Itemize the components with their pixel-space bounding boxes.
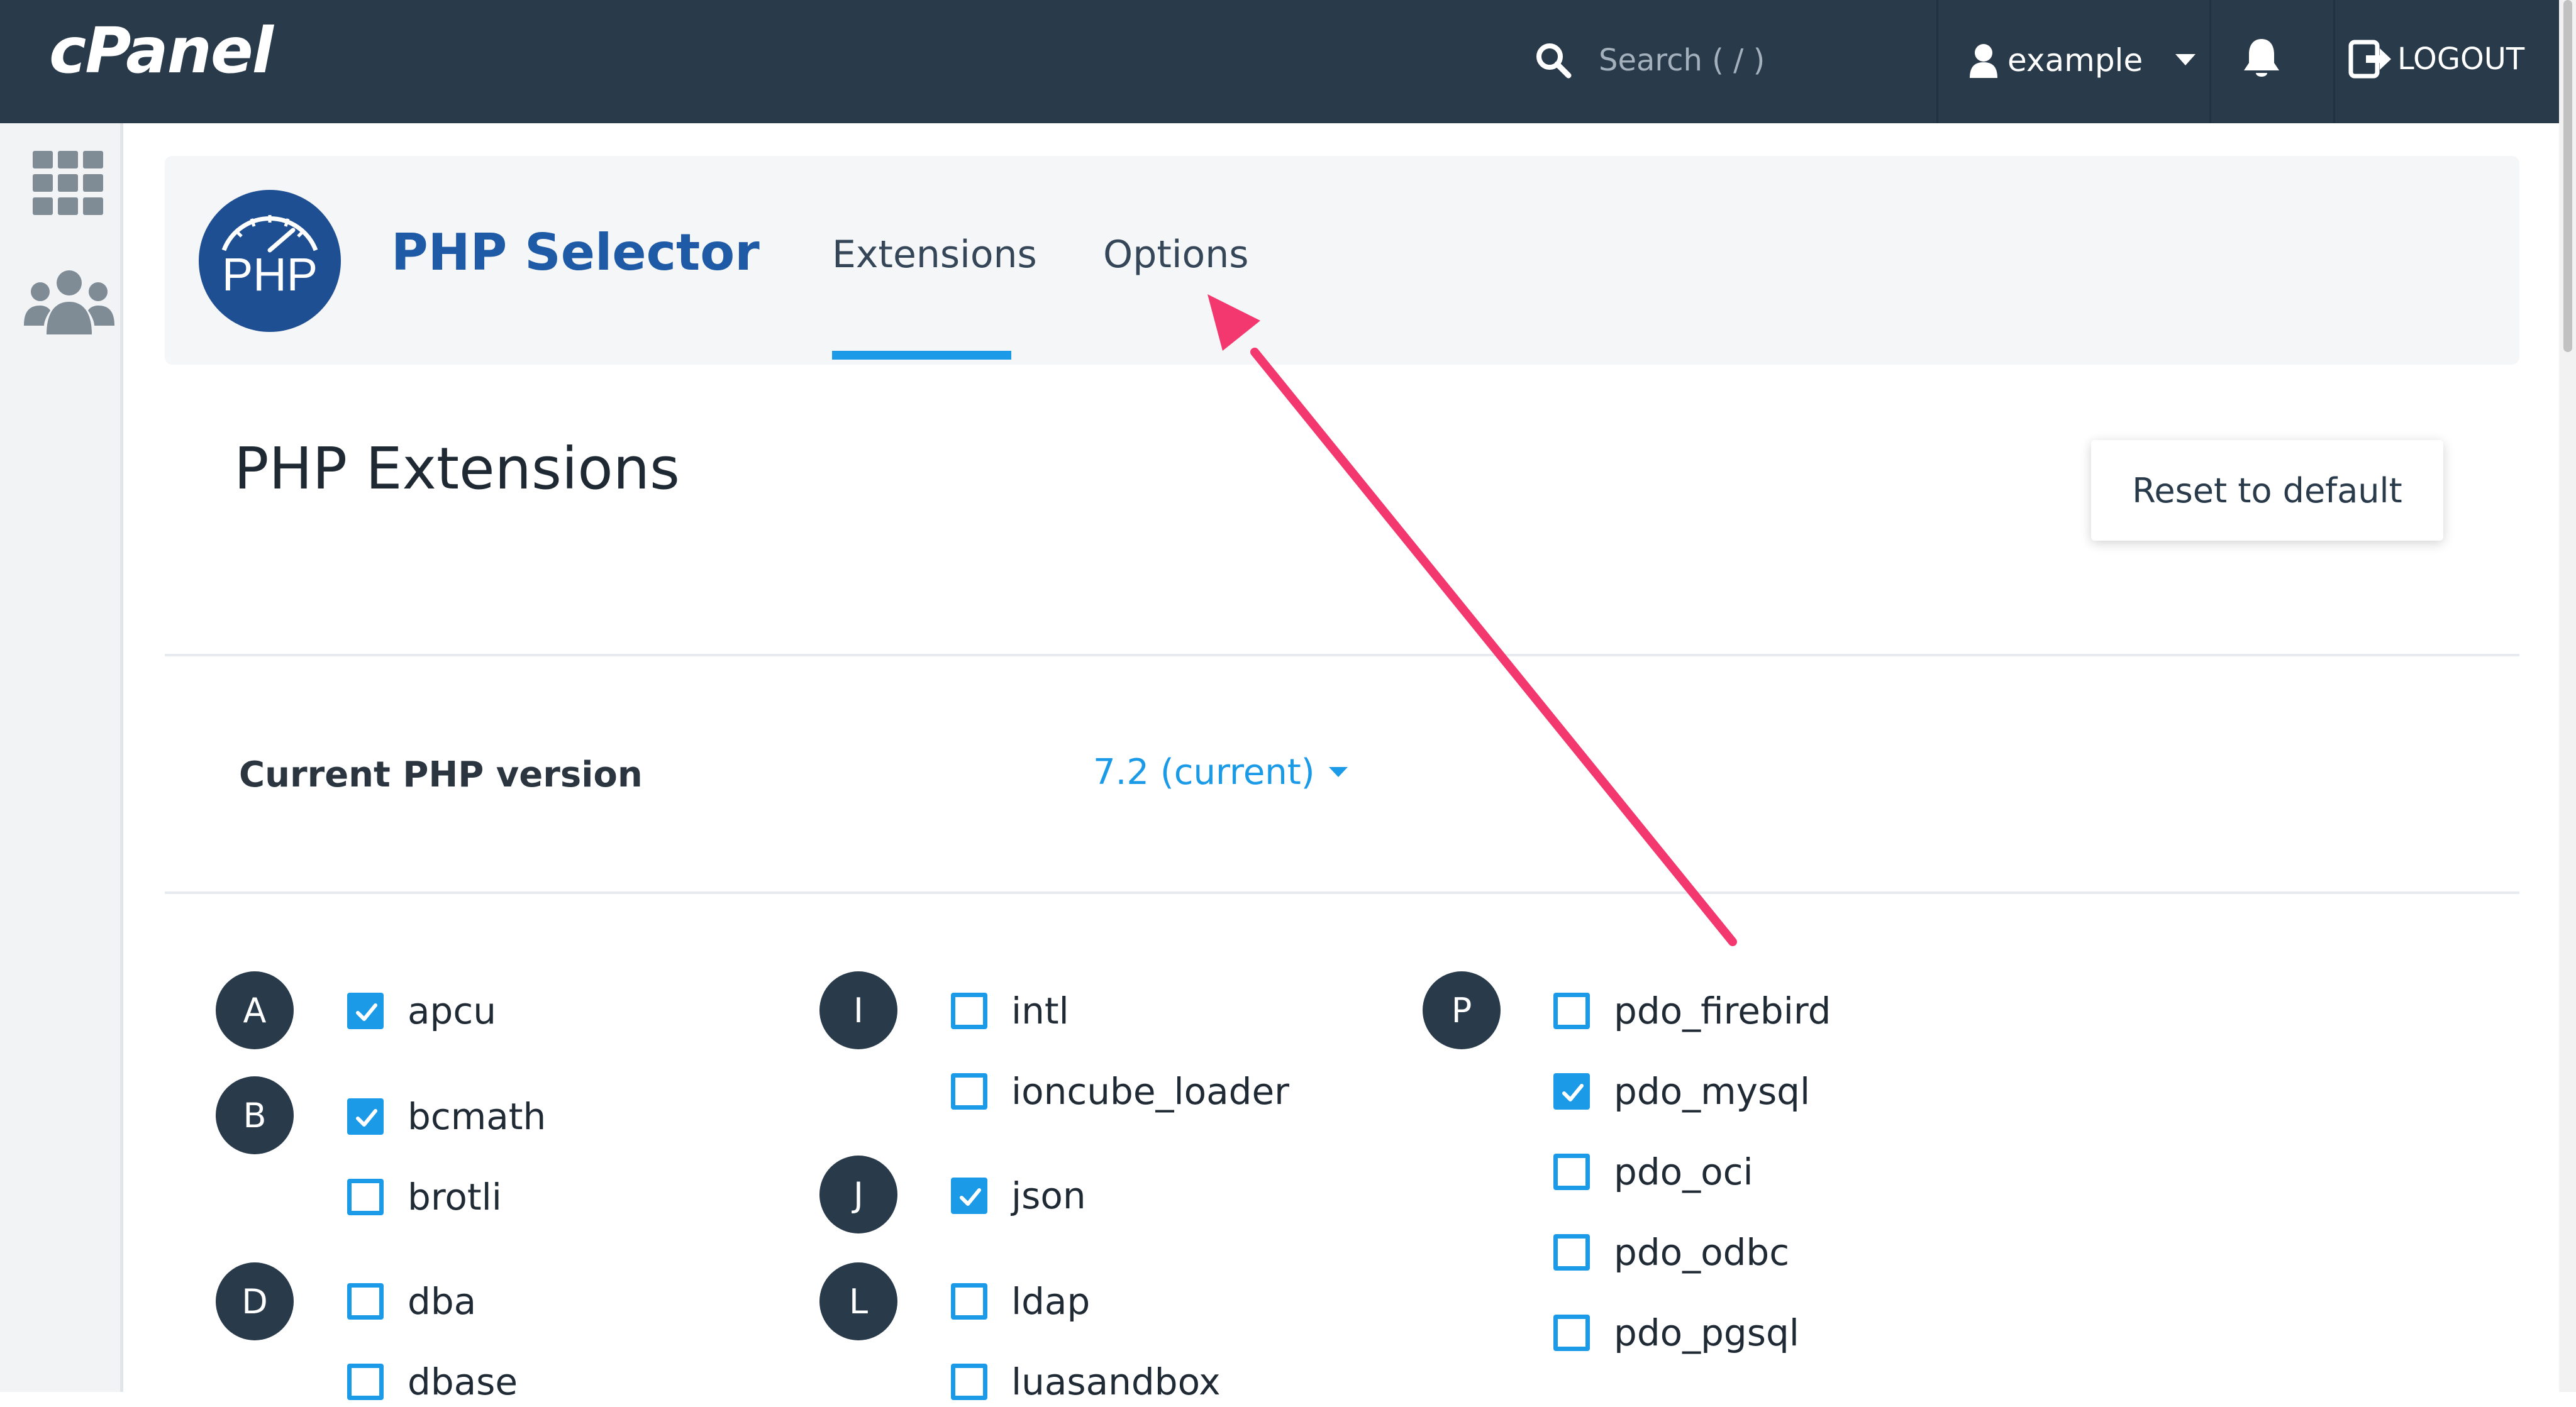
logout-icon [2348, 40, 2391, 79]
reset-to-default-button[interactable]: Reset to default [2091, 440, 2443, 541]
extension-checkbox[interactable] [1553, 993, 1590, 1029]
extension-label: json [1011, 1174, 1086, 1217]
php-logo-text: PHP [222, 248, 318, 301]
extension-item[interactable]: luasandbox [951, 1357, 1221, 1407]
section-title: PHP Extensions [234, 435, 680, 502]
extension-label: pdo_odbc [1614, 1231, 1790, 1274]
extension-item[interactable]: intl [951, 986, 1069, 1036]
extension-checkbox[interactable] [1553, 1234, 1590, 1271]
extension-label: bcmath [408, 1095, 547, 1138]
active-tab-indicator [832, 351, 1011, 360]
php-version-label: Current PHP version [239, 754, 643, 795]
php-logo-icon: PHP [199, 190, 341, 332]
extension-label: intl [1011, 990, 1069, 1032]
cpanel-logo[interactable]: cPanel [49, 14, 274, 87]
extension-label: apcu [408, 990, 497, 1032]
extension-checkbox[interactable] [951, 1283, 987, 1320]
extension-checkbox[interactable] [1553, 1073, 1590, 1110]
search-input[interactable] [1597, 38, 1914, 83]
letter-group-p: P [1423, 971, 1501, 1049]
letter-group-b: B [216, 1076, 294, 1154]
grid-icon[interactable] [33, 151, 103, 215]
user-icon [1970, 44, 1997, 78]
extension-checkbox[interactable] [1553, 1154, 1590, 1190]
extension-item[interactable]: pdo_oci [1553, 1147, 1753, 1197]
extension-checkbox[interactable] [347, 1283, 384, 1320]
topbar-divider [2333, 0, 2335, 123]
checkmark-icon [356, 1109, 377, 1127]
checkmark-icon [960, 1188, 981, 1206]
extension-label: pdo_pgsql [1614, 1311, 1799, 1354]
extension-checkbox[interactable] [951, 1178, 987, 1214]
extension-item[interactable]: apcu [347, 986, 496, 1036]
extension-item[interactable]: ioncube_loader [951, 1066, 1289, 1117]
extension-label: ioncube_loader [1011, 1070, 1289, 1113]
extension-label: brotli [408, 1176, 502, 1218]
extension-label: pdo_mysql [1614, 1070, 1811, 1113]
extension-item[interactable]: pdo_odbc [1553, 1227, 1789, 1277]
letter-group-l: L [819, 1262, 897, 1340]
chevron-down-icon [1328, 766, 1348, 777]
extension-checkbox[interactable] [347, 1179, 384, 1215]
php-version-select[interactable]: 7.2 (current) [1093, 752, 1348, 793]
extension-item[interactable]: pdo_pgsql [1553, 1308, 1799, 1358]
extension-checkbox[interactable] [951, 1073, 987, 1110]
chevron-down-icon [2175, 54, 2196, 65]
extension-label: pdo_firebird [1614, 990, 1831, 1032]
scrollbar-thumb[interactable] [2563, 0, 2572, 352]
users-icon[interactable] [24, 269, 114, 334]
username-label: example [2007, 42, 2143, 79]
extension-item[interactable]: json [951, 1171, 1086, 1221]
topbar-divider [2209, 0, 2211, 123]
top-navbar: cPanel example LOGOUT [0, 0, 2559, 123]
extension-checkbox[interactable] [951, 1364, 987, 1400]
divider [165, 891, 2519, 894]
php-version-value: 7.2 (current) [1093, 752, 1315, 793]
extension-label: luasandbox [1011, 1360, 1221, 1403]
topbar-divider [1936, 0, 1938, 123]
extension-label: pdo_oci [1614, 1150, 1753, 1193]
page-title: PHP Selector [391, 223, 760, 282]
extension-checkbox[interactable] [347, 993, 384, 1029]
search-box[interactable] [1535, 35, 1914, 86]
extension-item[interactable]: bcmath [347, 1091, 546, 1142]
extension-item[interactable]: pdo_firebird [1553, 986, 1831, 1036]
divider [165, 654, 2519, 656]
extension-checkbox[interactable] [1553, 1315, 1590, 1351]
extension-item[interactable]: pdo_mysql [1553, 1066, 1810, 1117]
extension-item[interactable]: dba [347, 1276, 476, 1327]
extension-checkbox[interactable] [951, 993, 987, 1029]
extension-checkbox[interactable] [347, 1098, 384, 1135]
extension-item[interactable]: brotli [347, 1172, 502, 1222]
letter-group-a: A [216, 971, 294, 1049]
left-sidebar [0, 123, 123, 1392]
extension-checkbox[interactable] [347, 1364, 384, 1400]
extension-label: ldap [1011, 1280, 1091, 1323]
checkmark-icon [1562, 1084, 1584, 1101]
user-menu[interactable]: example [1968, 34, 2196, 87]
search-icon [1536, 43, 1572, 79]
extension-item[interactable]: ldap [951, 1276, 1090, 1327]
bell-icon[interactable] [2241, 36, 2282, 80]
checkmark-icon [356, 1003, 377, 1021]
tab-options[interactable]: Options [1103, 233, 1249, 277]
logout-button[interactable]: LOGOUT [2348, 34, 2524, 84]
extension-item[interactable]: dbase [347, 1357, 518, 1407]
extension-label: dbase [408, 1360, 518, 1403]
extension-label: dba [408, 1280, 477, 1323]
letter-group-j: J [819, 1156, 897, 1233]
logout-label: LOGOUT [2397, 41, 2525, 77]
tab-extensions[interactable]: Extensions [832, 233, 1037, 277]
letter-group-i: I [819, 971, 897, 1049]
letter-group-d: D [216, 1262, 294, 1340]
